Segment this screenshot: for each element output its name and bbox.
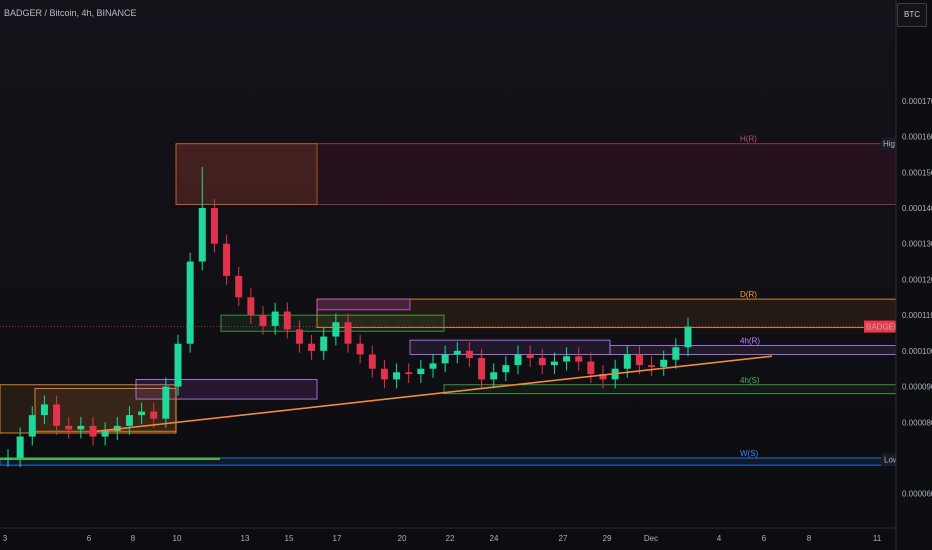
x-tick-label: 6 bbox=[762, 534, 767, 543]
candle bbox=[344, 322, 352, 344]
x-tick-label: 13 bbox=[241, 534, 250, 543]
candle bbox=[89, 425, 97, 437]
plot-background bbox=[0, 0, 932, 550]
candle bbox=[320, 336, 328, 351]
candle bbox=[550, 361, 558, 366]
y-tick-label: 0.0000600 bbox=[902, 490, 932, 499]
x-tick-label: 10 bbox=[173, 534, 182, 543]
zone-label: W(S) bbox=[740, 449, 759, 458]
x-tick-label: 3 bbox=[3, 534, 8, 543]
candle bbox=[417, 368, 425, 375]
y-tick-label: 0.0000800 bbox=[902, 418, 932, 427]
candle bbox=[465, 350, 473, 358]
candle bbox=[259, 315, 267, 326]
y-tick-label: 0.0001100 bbox=[902, 311, 932, 320]
candle bbox=[490, 372, 498, 380]
x-tick-label: 27 bbox=[559, 534, 568, 543]
candle bbox=[380, 368, 388, 380]
currency-button[interactable]: BTC bbox=[897, 3, 927, 27]
candle bbox=[538, 358, 546, 366]
x-tick-label: 4 bbox=[717, 534, 722, 543]
x-tick-label: 15 bbox=[285, 534, 294, 543]
candle bbox=[174, 343, 182, 387]
currency-button-label: BTC bbox=[904, 10, 920, 19]
zone-label: D(R) bbox=[740, 290, 757, 299]
price-chart[interactable]: H(R)D(R)4h(R)4h(S)W(S) High0.0001580Low0… bbox=[0, 0, 932, 550]
x-tick-label: 17 bbox=[333, 534, 342, 543]
x-tick-label: 24 bbox=[490, 534, 499, 543]
symbol-title: BADGER / Bitcoin, 4h, BINANCE bbox=[4, 8, 137, 18]
y-tick-label: 0.0000900 bbox=[902, 383, 932, 392]
candle bbox=[235, 275, 243, 298]
candle bbox=[441, 354, 449, 364]
candle bbox=[125, 415, 133, 426]
y-tick-label: 0.0001400 bbox=[902, 204, 932, 213]
candle bbox=[162, 386, 170, 419]
candle bbox=[332, 322, 340, 337]
candle bbox=[101, 431, 109, 437]
local-box bbox=[409, 339, 611, 355]
candle bbox=[28, 415, 36, 437]
x-tick-label: 11 bbox=[873, 534, 882, 543]
candle bbox=[478, 358, 486, 380]
candle bbox=[623, 354, 631, 369]
x-tick-label: 6 bbox=[87, 534, 92, 543]
candle bbox=[368, 354, 376, 369]
candle bbox=[40, 404, 48, 416]
y-tick-label: 0.0001600 bbox=[902, 133, 932, 142]
x-tick-label: 20 bbox=[398, 534, 407, 543]
x-tick-label: 22 bbox=[446, 534, 455, 543]
local-supply-box bbox=[175, 143, 318, 205]
candle bbox=[308, 343, 316, 351]
zone-4hs bbox=[443, 384, 897, 395]
candle bbox=[356, 343, 364, 355]
candle bbox=[648, 365, 656, 367]
candle bbox=[4, 458, 12, 460]
x-tick-label: 29 bbox=[603, 534, 612, 543]
candle bbox=[65, 425, 73, 430]
candle bbox=[429, 363, 437, 369]
candle bbox=[502, 365, 510, 373]
candle bbox=[138, 411, 146, 416]
candle bbox=[405, 372, 413, 375]
candle bbox=[393, 372, 401, 380]
candle bbox=[575, 356, 583, 362]
zone-label: 4h(R) bbox=[740, 337, 760, 346]
candle bbox=[635, 354, 643, 366]
candle bbox=[453, 350, 461, 355]
candle bbox=[587, 361, 595, 375]
y-tick-label: 0.0001700 bbox=[902, 97, 932, 106]
candle bbox=[186, 261, 194, 344]
y-tick-label: 0.0001500 bbox=[902, 168, 932, 177]
candle bbox=[198, 208, 206, 262]
candle bbox=[210, 208, 218, 244]
zone-4hr bbox=[609, 345, 897, 355]
y-tick-label: 0.0001000 bbox=[902, 347, 932, 356]
candle bbox=[526, 354, 534, 358]
candle bbox=[563, 356, 571, 362]
candle bbox=[223, 243, 231, 276]
candle bbox=[295, 329, 303, 344]
candle bbox=[16, 436, 24, 458]
zone-label: H(R) bbox=[740, 135, 757, 144]
candle bbox=[660, 359, 668, 367]
x-tick-label: 8 bbox=[131, 534, 136, 543]
candle bbox=[271, 311, 279, 326]
candle bbox=[150, 411, 158, 419]
y-tick-label: 0.0001200 bbox=[902, 275, 932, 284]
candle bbox=[53, 404, 61, 426]
local-box bbox=[316, 298, 411, 311]
y-tick-label: 0.0001300 bbox=[902, 240, 932, 249]
x-tick-label: Dec bbox=[644, 534, 658, 543]
candle bbox=[514, 354, 522, 366]
candle bbox=[672, 347, 680, 360]
candle bbox=[684, 326, 692, 348]
candle bbox=[77, 425, 85, 430]
zone-label: 4h(S) bbox=[740, 376, 760, 385]
x-tick-label: 8 bbox=[807, 534, 812, 543]
candle bbox=[283, 311, 291, 330]
candle bbox=[247, 297, 255, 316]
